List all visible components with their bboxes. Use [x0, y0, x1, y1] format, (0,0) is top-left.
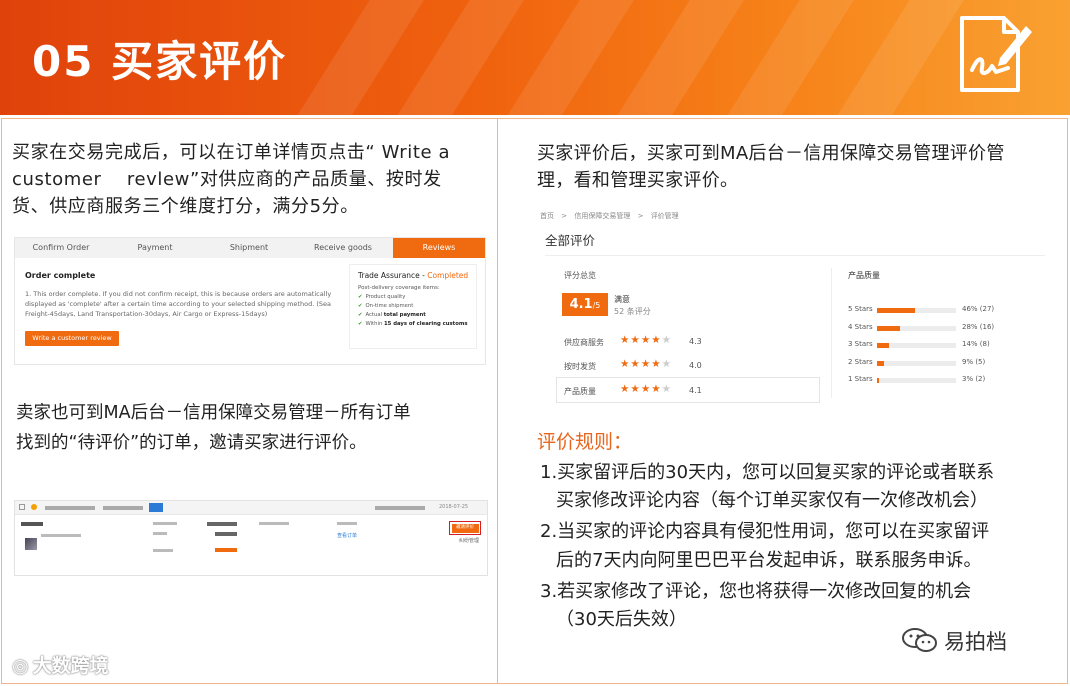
seller-line: 卖家也可到MA后台－信用保障交易管理－所有订单	[16, 403, 411, 423]
step-confirm-order: Confirm Order	[32, 243, 90, 252]
distribution-bar-track	[877, 308, 956, 313]
distribution-bar-fill	[877, 360, 885, 366]
dimension-score: 4.3	[689, 337, 702, 346]
view-order-link[interactable]: 查看订单	[337, 532, 357, 539]
distribution-label: 1 Stars	[848, 375, 873, 383]
overview-label: 评分总览	[564, 271, 596, 280]
intro-line: customer revlew”对供应商的产品质量、按时发	[12, 169, 442, 190]
breadcrumb: 首页 > 信用保障交易管理 > 评价管理	[540, 211, 679, 221]
star-rating-icon: ★★★★★	[620, 383, 673, 395]
rule-line: （30天后失效）	[556, 609, 687, 630]
distribution-value: 46% (27)	[962, 305, 995, 313]
distribution-bar-track	[877, 360, 956, 366]
coverage-item: ✔ On-time shipment	[358, 303, 414, 309]
check-icon: ✔	[358, 294, 363, 300]
order-progress-steps: Confirm Order Payment Shipment Receive g…	[15, 238, 485, 258]
step-shipment: Shipment	[229, 243, 269, 252]
rule-line: 2.当买家的评论内容具有侵犯性用词，您可以在买家留评	[540, 521, 990, 542]
rule-line: 后的7天内向阿里巴巴平台发起申诉，联系服务申诉。	[556, 550, 982, 571]
wechat-watermark: 易拍档	[944, 630, 1007, 654]
rules-title: 评价规则：	[537, 431, 633, 453]
checkbox[interactable]	[19, 504, 25, 510]
coverage-item: ✔ Within 15 days of clearing customs	[358, 321, 468, 327]
trade-assurance-box: Trade Assurance - Completed Post-deliver…	[349, 264, 477, 349]
star-rating-icon: ★★★★★	[620, 334, 673, 346]
column-divider	[497, 118, 498, 684]
distribution-value: 14% (8)	[962, 340, 990, 348]
dimension-score: 4.0	[689, 361, 702, 370]
rule-line: 买家修改评论内容（每个订单买家仅有一次修改机会）	[556, 490, 988, 511]
distribution-value: 9% (5)	[962, 357, 986, 366]
breadcrumb-item[interactable]: 首页	[540, 212, 554, 220]
intro-line: 买家评价后，买家可到MA后台－信用保障交易管理评价管	[537, 143, 1005, 164]
dimension-label: 供应商服务	[564, 338, 604, 347]
write-review-button[interactable]: Write a customer review	[25, 331, 119, 346]
intro-line: 货、供应商服务三个维度打分，满分5分。	[12, 196, 359, 217]
quality-label: 产品质量	[848, 271, 880, 280]
distribution-bar-fill	[877, 378, 880, 383]
order-detail-screenshot: Confirm Order Payment Shipment Receive g…	[14, 237, 486, 365]
coverage-title: Post-delivery coverage items:	[358, 285, 440, 291]
check-icon: ✔	[358, 321, 363, 327]
header-banner: 05 买家评价	[0, 0, 1070, 115]
distribution-bar-track	[877, 343, 956, 348]
rule-line: 1.买家留评后的30天内，您可以回复买家的评论或者联系	[540, 462, 995, 483]
check-icon: ✔	[358, 303, 363, 309]
step-payment: Payment	[137, 243, 173, 252]
check-icon: ✔	[358, 312, 363, 318]
intro-line: 理，看和管理买家评价。	[537, 170, 739, 191]
seller-line: 找到的“待评价”的订单，邀请买家进行评价。	[16, 433, 367, 453]
order-status-heading: Order complete	[25, 271, 96, 280]
coverage-item: ✔ Actual total payment	[358, 312, 426, 318]
satisfaction-label: 满意	[614, 295, 630, 304]
dispute-link[interactable]: 纠纷管理	[459, 537, 479, 544]
distribution-bar-fill	[877, 325, 901, 331]
wechat-icon	[902, 628, 937, 652]
distribution-bar-track	[877, 378, 956, 383]
chevron-right-icon: >	[561, 212, 568, 220]
overall-score: 4.1/5	[562, 293, 608, 316]
dimension-score: 4.1	[689, 386, 702, 395]
review-count: 52 条评分	[614, 307, 651, 316]
distribution-bar-track	[877, 325, 956, 331]
review-management-intro: 买家评价后，买家可到MA后台－信用保障交易管理评价管 理，看和管理买家评价。	[537, 140, 1005, 194]
order-status-text: 1. This order complete. If you did not c…	[25, 290, 332, 318]
chat-icon[interactable]	[149, 503, 163, 512]
order-date: 2018-07-25	[439, 504, 469, 510]
intro-line: 买家在交易完成后，可以在订单详情页点击“ Write a	[12, 142, 451, 163]
distribution-value: 3% (2)	[962, 375, 986, 383]
all-reviews-title: 全部评价	[545, 233, 596, 248]
sign-document-icon	[960, 16, 1032, 92]
step-reviews: Reviews	[393, 238, 485, 258]
buyer-review-intro: 买家在交易完成后，可以在订单详情页点击“ Write a customer re…	[12, 139, 450, 220]
order-list-screenshot: 2018-07-25 查看订单 邀请评价 纠纷管理	[14, 500, 488, 576]
breadcrumb-item[interactable]: 信用保障交易管理	[574, 212, 630, 220]
distribution-label: 2 Stars	[848, 357, 873, 366]
distribution-bar-fill	[877, 308, 916, 313]
breadcrumb-item: 评价管理	[650, 212, 679, 220]
invite-review-button-highlight[interactable]: 邀请评价	[449, 521, 481, 535]
dimension-label: 按时发货	[564, 362, 596, 371]
step-receive-goods: Receive goods	[314, 243, 372, 252]
product-thumbnail	[25, 538, 37, 550]
status-dot-icon	[31, 504, 37, 510]
distribution-label: 3 Stars	[848, 340, 873, 348]
chevron-right-icon: >	[637, 212, 644, 220]
logo-icon: ◎	[12, 655, 29, 677]
seller-invite-text: 卖家也可到MA后台－信用保障交易管理－所有订单 找到的“待评价”的订单，邀请买家…	[16, 398, 411, 458]
bottom-left-watermark: ◎ 大数跨境	[12, 655, 109, 677]
coverage-item: ✔ Product quality	[358, 294, 406, 300]
page-title: 05 买家评价	[32, 37, 288, 86]
trade-assurance-title: Trade Assurance - Completed	[358, 271, 469, 280]
trade-status: Completed	[427, 271, 469, 280]
distribution-value: 28% (16)	[962, 322, 995, 331]
distribution-label: 4 Stars	[848, 322, 873, 331]
star-rating-icon: ★★★★★	[620, 358, 673, 370]
distribution-bar-fill	[877, 343, 889, 348]
invite-review-button[interactable]: 邀请评价	[451, 523, 479, 533]
rule-line: 3.若买家修改了评论，您也将获得一次修改回复的机会	[540, 581, 972, 602]
distribution-label: 5 Stars	[848, 305, 873, 313]
dimension-label: 产品质量	[564, 387, 596, 396]
